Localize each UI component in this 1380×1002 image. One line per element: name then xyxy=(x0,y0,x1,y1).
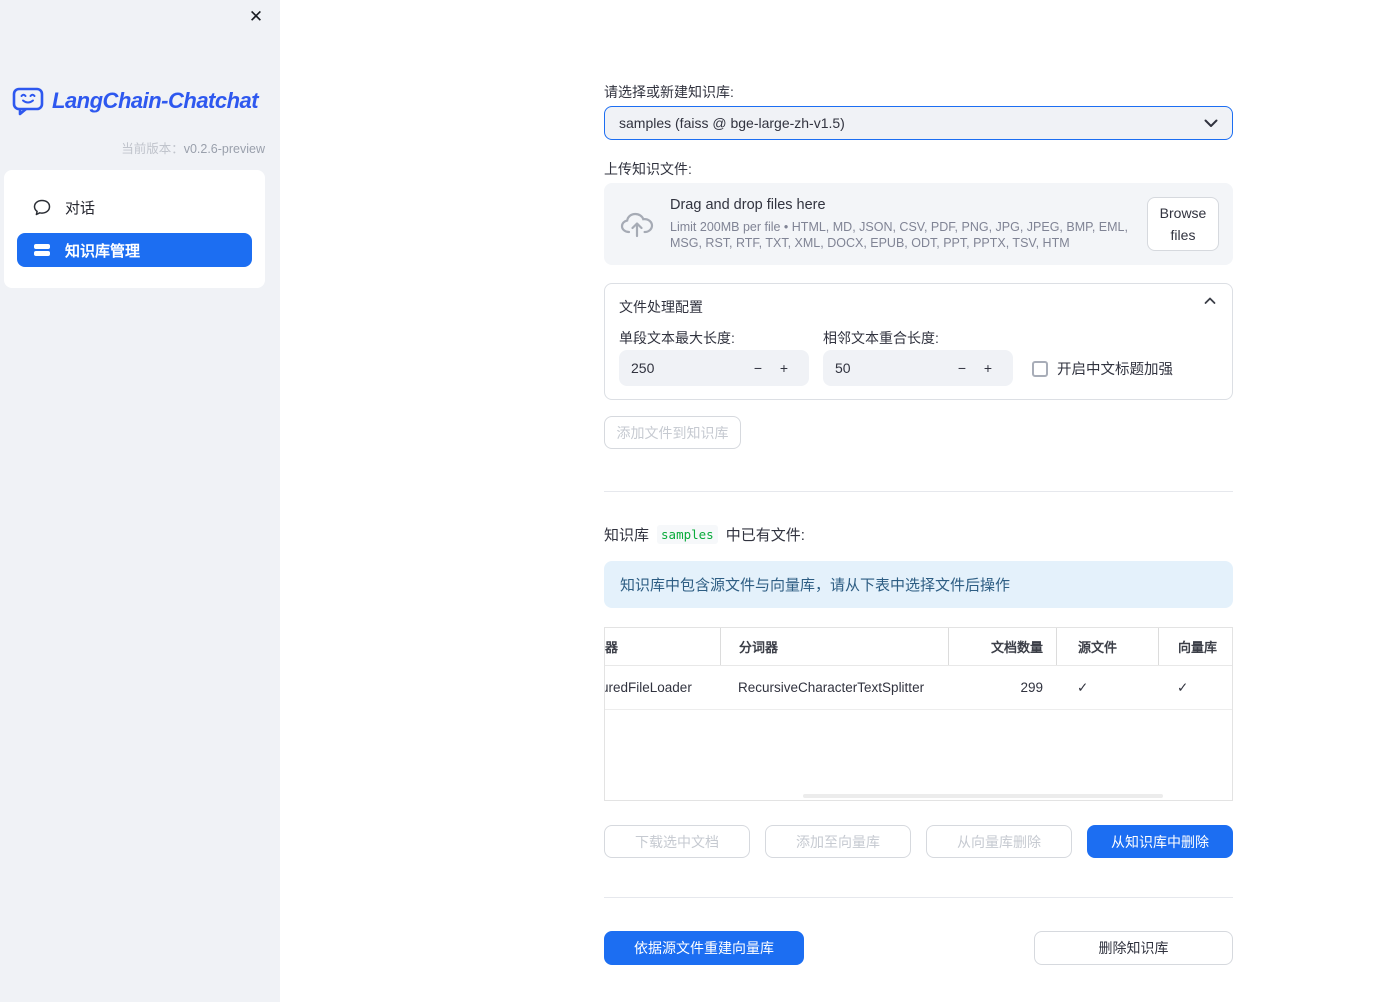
table-header-row: 器 分词器 文档数量 源文件 向量库 xyxy=(605,628,1232,666)
info-banner-text: 知识库中包含源文件与向量库，请从下表中选择文件后操作 xyxy=(620,577,1011,594)
download-selected-button[interactable]: 下载选中文档 xyxy=(604,825,750,858)
kb-line-suffix: 中已有文件: xyxy=(725,527,805,544)
col-source-file-header: 源文件 xyxy=(1056,628,1158,665)
cell-vector-store-check: ✓ xyxy=(1177,679,1189,695)
delete-from-kb-button[interactable]: 从知识库中删除 xyxy=(1087,825,1233,858)
kb-select-value: samples (faiss @ bge-large-zh-v1.5) xyxy=(619,115,845,131)
rebuild-vector-store-button[interactable]: 依据源文件重建向量库 xyxy=(604,931,804,965)
zh-title-enhance-label: 开启中文标题加强 xyxy=(1057,362,1173,378)
chunk-size-value[interactable]: 250 xyxy=(631,360,745,376)
upload-label: 上传知识文件: xyxy=(604,161,692,177)
table-row[interactable]: uredFileLoader RecursiveCharacterTextSpl… xyxy=(605,666,1232,710)
plus-button[interactable]: + xyxy=(771,360,797,376)
main-content: 请选择或新建知识库: samples (faiss @ bge-large-zh… xyxy=(604,0,1233,1002)
cell-source-file-check: ✓ xyxy=(1077,679,1089,695)
file-processing-config: 文件处理配置 单段文本最大长度: 相邻文本重合长度: 250 − + 50 − … xyxy=(604,283,1233,400)
chunk-overlap-stepper[interactable]: 50 − + xyxy=(823,350,1013,386)
cell-splitter: RecursiveCharacterTextSplitter xyxy=(738,680,925,695)
browse-files-button[interactable]: Browse files xyxy=(1147,197,1219,251)
chunk-overlap-label: 相邻文本重合长度: xyxy=(823,330,939,346)
cell-loader: uredFileLoader xyxy=(605,680,692,695)
chevron-down-icon xyxy=(1204,119,1218,127)
drag-drop-text: Drag and drop files here xyxy=(670,197,826,213)
col-doc-count-header: 文档数量 xyxy=(948,628,1056,665)
info-banner: 知识库中包含源文件与向量库，请从下表中选择文件后操作 xyxy=(604,561,1233,608)
cell-doc-count: 299 xyxy=(1020,680,1043,695)
chunk-size-stepper[interactable]: 250 − + xyxy=(619,350,809,386)
sidebar-item-label: 对话 xyxy=(65,199,96,217)
plus-button[interactable]: + xyxy=(975,360,1001,376)
close-sidebar-icon[interactable]: ✕ xyxy=(245,6,267,28)
chunk-overlap-value[interactable]: 50 xyxy=(835,360,949,376)
logo: LangChain-Chatchat xyxy=(12,86,259,116)
table-horizontal-scrollbar[interactable] xyxy=(803,794,1163,798)
col-splitter-header: 分词器 xyxy=(720,628,948,665)
chevron-up-icon[interactable] xyxy=(1204,297,1216,305)
zh-title-enhance-checkbox-row[interactable]: 开启中文标题加强 xyxy=(1032,358,1173,379)
kb-select-dropdown[interactable]: samples (faiss @ bge-large-zh-v1.5) xyxy=(604,106,1233,140)
chat-smiley-logo-icon xyxy=(12,87,44,116)
minus-button[interactable]: − xyxy=(745,360,771,376)
add-files-to-kb-button[interactable]: 添加文件到知识库 xyxy=(604,416,741,449)
sidebar-nav: 对话 知识库管理 xyxy=(4,170,265,288)
col-loader-header: 器 xyxy=(605,640,619,655)
kb-name-code: samples xyxy=(657,525,718,544)
delete-from-vector-store-button[interactable]: 从向量库删除 xyxy=(926,825,1072,858)
add-to-vector-store-button[interactable]: 添加至向量库 xyxy=(765,825,911,858)
divider xyxy=(604,491,1233,492)
chunk-size-label: 单段文本最大长度: xyxy=(619,330,735,346)
sidebar-item-chat[interactable]: 对话 xyxy=(17,190,252,224)
divider xyxy=(604,897,1233,898)
kb-select-label: 请选择或新建知识库: xyxy=(604,84,734,100)
uploader-texts: Drag and drop files here Limit 200MB per… xyxy=(670,197,1147,251)
checkbox-unchecked-icon[interactable] xyxy=(1032,360,1048,377)
kb-line-prefix: 知识库 xyxy=(604,527,650,544)
version-value: v0.2.6-preview xyxy=(183,142,265,156)
app-window: ✕ LangChain-Chatchat 当前版本：v0.2.6-preview… xyxy=(0,0,1380,1002)
kb-files-table: 器 分词器 文档数量 源文件 向量库 uredFileLoader Recurs… xyxy=(604,627,1233,801)
version-label: 当前版本： xyxy=(121,142,184,156)
col-vector-store-header: 向量库 xyxy=(1158,628,1232,665)
knowledge-base-icon xyxy=(34,244,50,256)
cloud-upload-icon xyxy=(620,212,654,238)
config-title: 文件处理配置 xyxy=(619,299,703,315)
sidebar-item-label: 知识库管理 xyxy=(65,242,141,260)
logo-text: LangChain-Chatchat xyxy=(52,88,259,113)
upload-limit-text: Limit 200MB per file • HTML, MD, JSON, C… xyxy=(670,220,1128,250)
sidebar-item-kb-management[interactable]: 知识库管理 xyxy=(17,233,252,267)
version-info: 当前版本：v0.2.6-preview xyxy=(121,138,265,157)
file-dropzone[interactable]: Drag and drop files here Limit 200MB per… xyxy=(604,183,1233,265)
chat-bubble-icon xyxy=(33,199,51,215)
delete-kb-button[interactable]: 删除知识库 xyxy=(1034,931,1233,965)
kb-files-heading: 知识库 samples 中已有文件: xyxy=(604,524,805,545)
sidebar: ✕ LangChain-Chatchat 当前版本：v0.2.6-preview… xyxy=(0,0,280,1002)
minus-button[interactable]: − xyxy=(949,360,975,376)
